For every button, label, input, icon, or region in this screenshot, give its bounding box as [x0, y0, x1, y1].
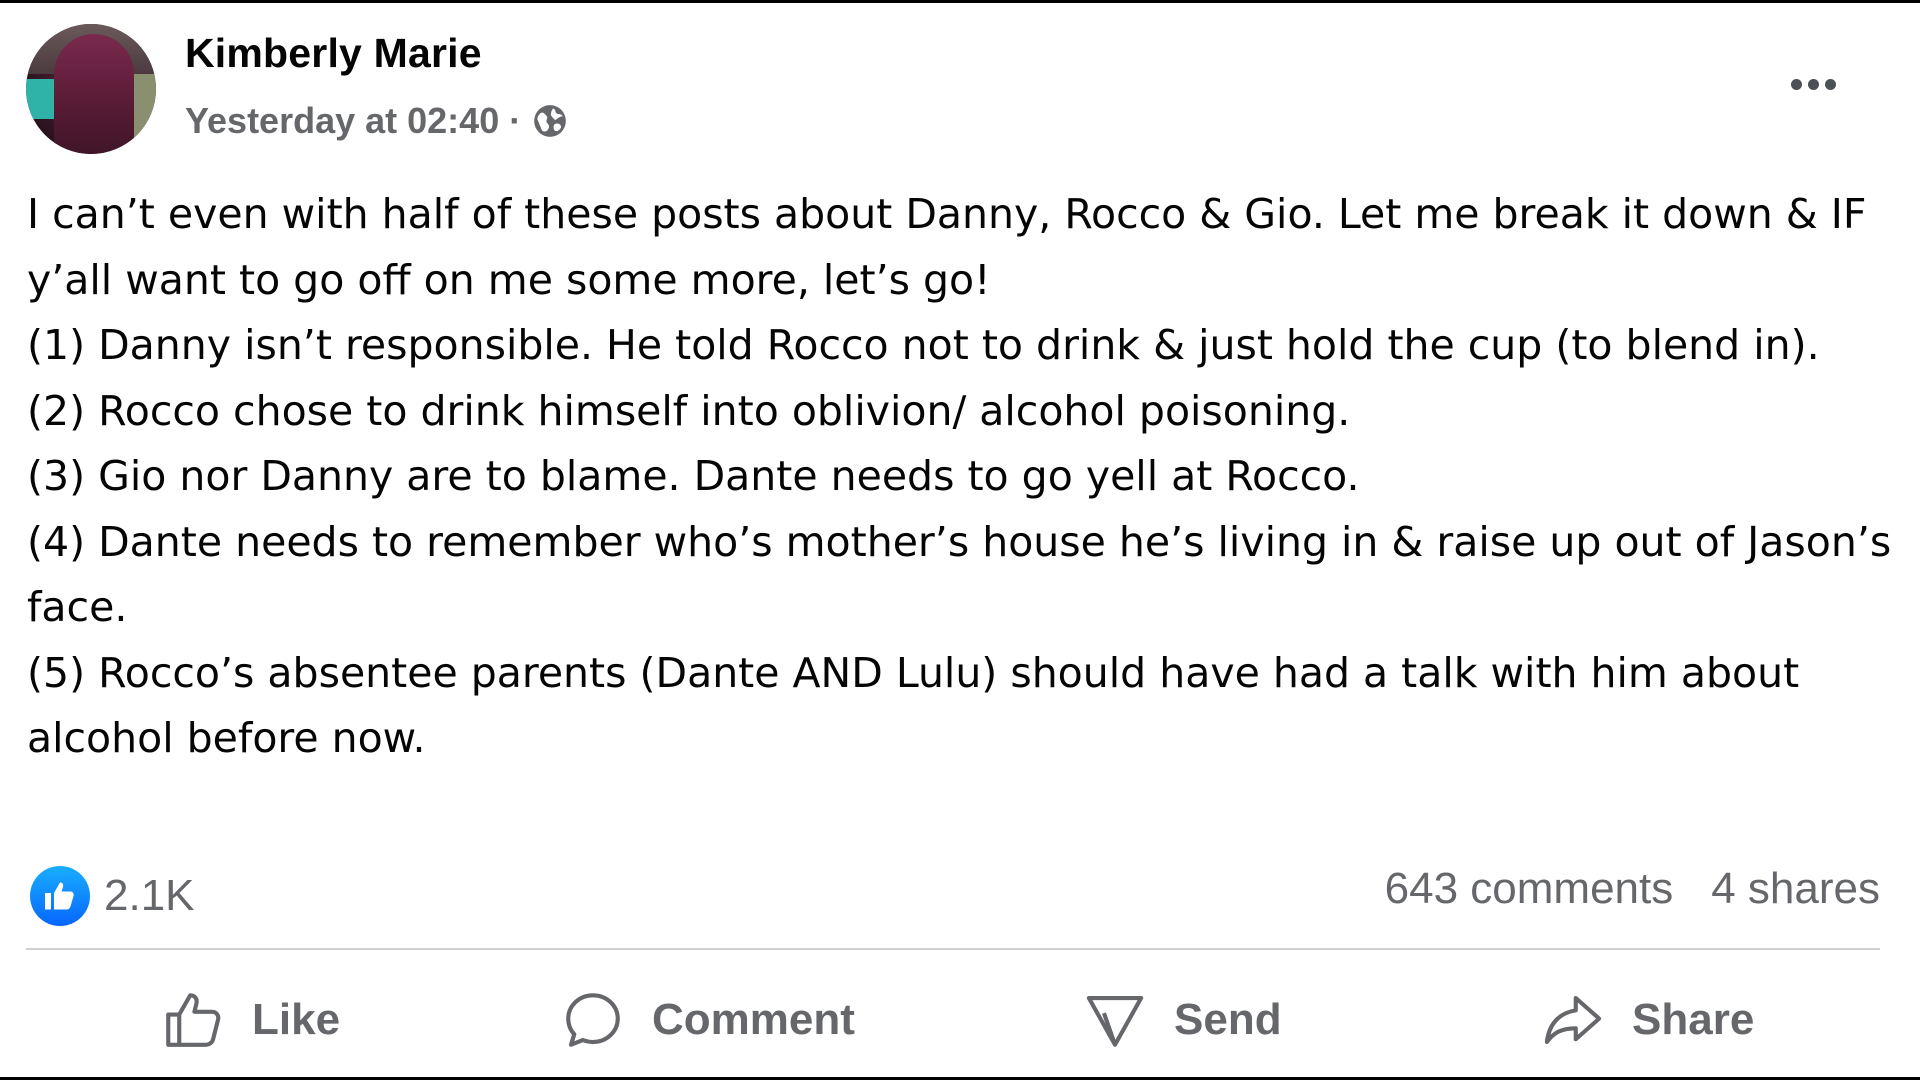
- comment-button[interactable]: Comment: [560, 980, 855, 1060]
- action-bar: Like Comment Send Share: [0, 970, 1920, 1070]
- divider: [26, 948, 1880, 950]
- engagement-counts: 643 comments 4 shares: [1385, 864, 1880, 914]
- dot-icon: [1807, 78, 1819, 90]
- like-reaction-icon: [30, 866, 90, 926]
- facebook-post: Kimberly Marie Yesterday at 02:40 · I ca…: [0, 0, 1920, 1080]
- more-options-icon[interactable]: [1778, 64, 1848, 104]
- share-button[interactable]: Share: [1540, 980, 1754, 1060]
- thumbs-up-icon: [160, 987, 226, 1053]
- post-meta: Yesterday at 02:40 ·: [185, 100, 569, 142]
- share-label: Share: [1632, 995, 1755, 1044]
- send-icon: [1082, 987, 1148, 1053]
- reaction-count: 2.1K: [104, 871, 195, 920]
- post-body-line: (1) Danny isn’t responsible. He told Roc…: [27, 321, 1820, 369]
- post-body-line: (4) Dante needs to remember who’s mother…: [27, 517, 1892, 632]
- comments-count[interactable]: 643 comments: [1385, 864, 1674, 914]
- avatar[interactable]: [26, 24, 156, 154]
- post-body: I can’t even with half of these posts ab…: [27, 182, 1907, 772]
- avatar-foliage-background: [132, 74, 156, 154]
- post-body-line: (5) Rocco’s absentee parents (Dante AND …: [27, 648, 1800, 763]
- author-name[interactable]: Kimberly Marie: [185, 30, 482, 77]
- meta-separator: ·: [509, 100, 522, 141]
- share-arrow-icon: [1540, 987, 1606, 1053]
- post-body-line: (3) Gio nor Danny are to blame. Dante ne…: [27, 452, 1360, 500]
- comment-label: Comment: [652, 995, 855, 1044]
- dot-icon: [1824, 78, 1836, 90]
- send-button[interactable]: Send: [1082, 980, 1282, 1060]
- post-timestamp[interactable]: Yesterday at 02:40: [185, 100, 499, 142]
- post-body-line: I can’t even with half of these posts ab…: [27, 190, 1867, 304]
- avatar-person: [54, 34, 134, 154]
- globe-icon[interactable]: [531, 102, 569, 140]
- send-label: Send: [1174, 995, 1282, 1044]
- dot-icon: [1790, 78, 1802, 90]
- avatar-pool-background: [26, 79, 54, 119]
- post-body-line: (2) Rocco chose to drink himself into ob…: [27, 386, 1351, 435]
- like-button[interactable]: Like: [160, 980, 340, 1060]
- shares-count[interactable]: 4 shares: [1711, 864, 1880, 914]
- like-label: Like: [252, 995, 341, 1044]
- reactions-summary[interactable]: 2.1K: [30, 866, 195, 926]
- comment-icon: [560, 987, 626, 1053]
